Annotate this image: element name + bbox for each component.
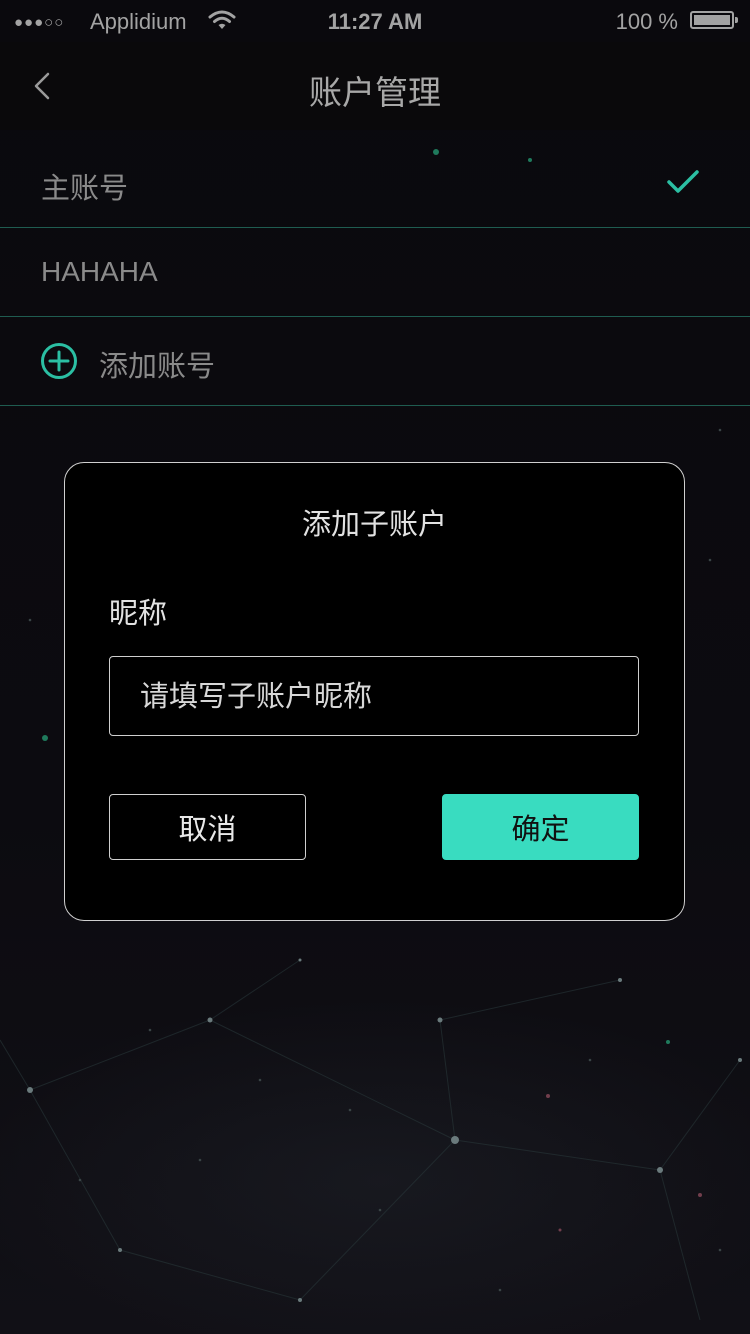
add-subaccount-dialog: 添加子账户 昵称 取消 确定: [64, 462, 685, 921]
account-row-main[interactable]: 主账号: [0, 139, 750, 228]
account-label: 主账号: [41, 171, 129, 205]
add-account-row[interactable]: 添加账号: [0, 317, 750, 406]
cancel-button[interactable]: 取消: [109, 794, 306, 860]
account-list: 主账号 HAHAHA 添加账号: [0, 139, 750, 406]
status-bar: ●●●○○ Applidium 11:27 AM 100 %: [0, 0, 750, 42]
checkmark-icon: [667, 170, 699, 193]
dialog-title: 添加子账户: [301, 507, 447, 541]
plus-circle-icon: [41, 343, 77, 379]
nickname-label: 昵称: [109, 596, 168, 630]
battery-icon: [690, 11, 738, 29]
add-account-label: 添加账号: [99, 349, 216, 383]
account-row-hahaha[interactable]: HAHAHA: [0, 228, 750, 317]
navigation-bar: 账户管理: [0, 42, 750, 130]
confirm-button[interactable]: 确定: [442, 794, 639, 860]
nickname-input[interactable]: [109, 656, 639, 736]
account-label: HAHAHA: [41, 256, 158, 287]
battery-percentage: 100 %: [615, 9, 678, 34]
page-title: 账户管理: [309, 73, 441, 112]
